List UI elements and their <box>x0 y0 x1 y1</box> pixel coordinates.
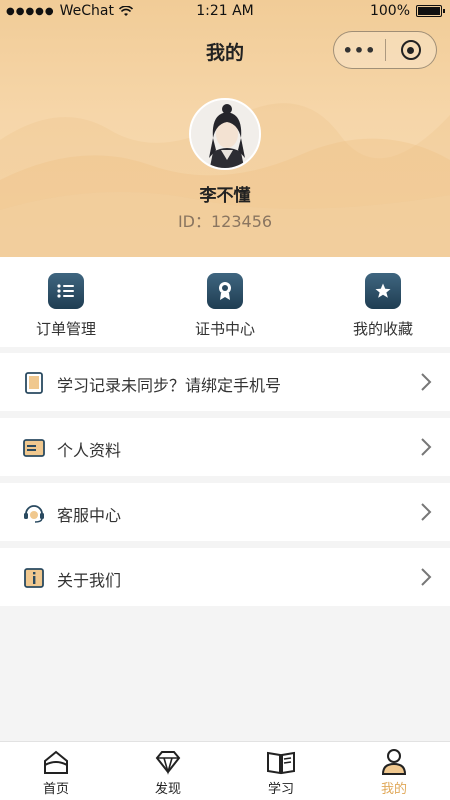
chevron-right-icon <box>421 438 432 456</box>
about-us-item[interactable]: 关于我们 <box>0 548 450 606</box>
chevron-right-icon <box>421 568 432 586</box>
diamond-icon <box>153 748 183 776</box>
tab-home-label: 首页 <box>42 782 69 797</box>
user-icon <box>379 748 409 776</box>
id-card-icon <box>23 437 45 459</box>
tab-study[interactable]: 学习 <box>241 748 321 797</box>
bottom-tab-bar: 首页 发现 学习 我的 <box>0 741 450 800</box>
miniprogram-capsule: ••• <box>333 31 437 69</box>
chevron-right-icon <box>421 373 432 391</box>
tab-study-label: 学习 <box>267 782 294 797</box>
phone-icon <box>23 372 45 394</box>
home-icon <box>41 748 71 776</box>
orders-button[interactable]: 订单管理 <box>6 273 126 339</box>
favorites-button[interactable]: 我的收藏 <box>323 273 443 339</box>
close-miniprogram-button[interactable] <box>386 32 436 68</box>
quick-actions: 订单管理 证书中心 我的收藏 <box>0 257 450 347</box>
customer-service-label: 客服中心 <box>57 506 122 525</box>
profile-info-label: 个人资料 <box>57 441 122 460</box>
chevron-right-icon <box>421 503 432 521</box>
favorites-label: 我的收藏 <box>352 320 413 338</box>
tab-me-label: 我的 <box>380 782 407 797</box>
orders-label: 订单管理 <box>35 320 96 338</box>
battery-icon <box>416 5 445 17</box>
profile-info-item[interactable]: 个人资料 <box>0 418 450 476</box>
about-us-label: 关于我们 <box>57 571 122 590</box>
list-icon <box>48 273 84 309</box>
star-icon <box>365 273 401 309</box>
tab-home[interactable]: 首页 <box>16 748 96 797</box>
certificate-icon <box>207 273 243 309</box>
info-icon <box>23 567 45 589</box>
certificates-label: 证书中心 <box>194 320 255 338</box>
tab-me[interactable]: 我的 <box>354 748 434 797</box>
tab-discover-label: 发现 <box>154 782 181 797</box>
tab-discover[interactable]: 发现 <box>128 748 208 797</box>
status-bar: ●●●●● WeChat 1:21 AM 100% <box>0 0 450 24</box>
user-name: 李不懂 <box>199 186 251 206</box>
avatar[interactable] <box>189 98 261 170</box>
more-icon: ••• <box>342 40 377 60</box>
certificates-button[interactable]: 证书中心 <box>165 273 285 339</box>
customer-service-item[interactable]: 客服中心 <box>0 483 450 541</box>
headset-icon <box>23 502 45 524</box>
close-target-icon <box>400 40 421 60</box>
book-icon <box>266 748 296 776</box>
user-id: ID：123456 <box>177 212 273 231</box>
profile-header: ●●●●● WeChat 1:21 AM 100% 我的 ••• 李不懂 ID：… <box>0 0 450 257</box>
bind-phone-item[interactable]: 学习记录未同步？请绑定手机号 <box>0 353 450 411</box>
battery-percent: 100% <box>369 3 410 19</box>
bind-phone-label: 学习记录未同步？请绑定手机号 <box>57 376 282 395</box>
more-button[interactable]: ••• <box>334 32 385 68</box>
